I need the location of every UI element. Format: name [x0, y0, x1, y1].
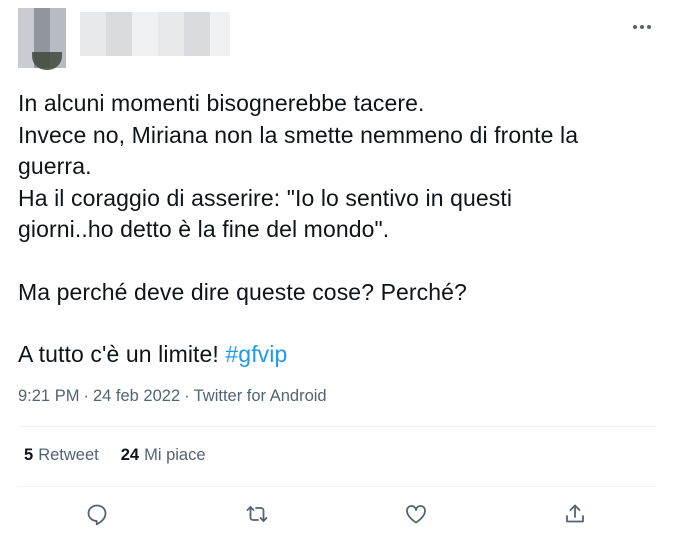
tweet-text: In alcuni momenti bisognerebbe tacere. I…: [18, 88, 658, 371]
tweet-stats: 5 Retweet 24 Mi piace: [24, 446, 206, 465]
like-count: 24: [120, 446, 140, 464]
divider: [18, 426, 656, 427]
tweet-line-text: A tutto c'è un limite!: [18, 341, 226, 367]
tweet-line: guerra.: [18, 153, 92, 179]
tweet-time[interactable]: 9:21 PM: [18, 387, 79, 405]
tweet-line: Invece no, Miriana non la smette nemmeno…: [18, 121, 579, 148]
tweet-actions: [18, 497, 656, 531]
retweet-count: 5: [24, 446, 34, 464]
divider: [18, 486, 656, 487]
share-icon[interactable]: [558, 497, 592, 531]
tweet-line: giorni..ho detto è la fine del mondo".: [18, 216, 390, 242]
like-stat[interactable]: 24 Mi piace: [121, 446, 206, 465]
meta-separator: ·: [83, 387, 89, 405]
reply-icon[interactable]: [80, 497, 114, 531]
retweet-icon[interactable]: [240, 497, 274, 531]
tweet-line: Ha il coraggio di asserire: "Io lo senti…: [18, 184, 513, 211]
tweet-line: Ma perché deve dire queste cose? Perché?: [18, 278, 467, 305]
tweet-line: A tutto c'è un limite! #gfvip: [18, 339, 658, 371]
more-dots-icon[interactable]: [629, 16, 655, 38]
heart-icon[interactable]: [399, 497, 433, 531]
tweet-date[interactable]: 24 feb 2022: [93, 387, 180, 405]
tweet-meta: 9:21 PM · 24 feb 2022 · Twitter for Android: [18, 387, 327, 406]
avatar[interactable]: [18, 8, 66, 70]
hashtag-link[interactable]: #gfvip: [225, 341, 287, 367]
tweet-line: In alcuni momenti bisognerebbe tacere.: [18, 90, 425, 116]
retweet-label: Retweet: [38, 446, 99, 464]
tweet-client[interactable]: Twitter for Android: [194, 387, 327, 405]
author-name-redacted[interactable]: [80, 12, 230, 56]
meta-separator: ·: [184, 387, 190, 405]
like-label: Mi piace: [144, 446, 206, 464]
tweet-header: [0, 0, 677, 80]
retweet-stat[interactable]: 5 Retweet: [24, 446, 99, 465]
